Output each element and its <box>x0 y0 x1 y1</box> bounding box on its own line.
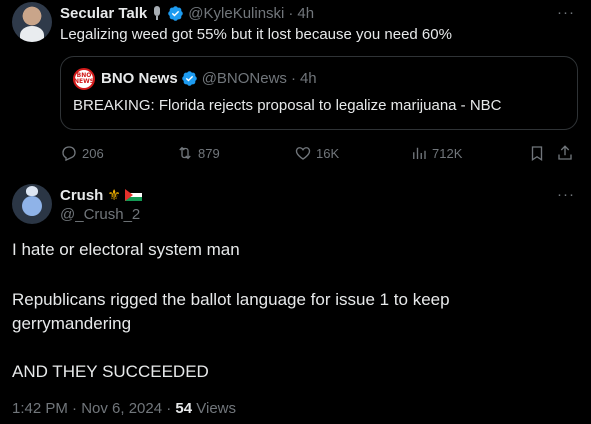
quote-text: BREAKING: Florida rejects proposal to le… <box>73 97 502 114</box>
separator-dot: · <box>288 4 294 22</box>
quoted-tweet-card[interactable]: Secular Talk @KyleKulinski · 4h ··· Lega… <box>0 0 591 172</box>
reply-timestamp[interactable]: 1:42 PM · Nov 6, 2024 · <box>12 400 175 417</box>
quote-time: 4h <box>299 70 317 87</box>
views-count: 712K <box>432 145 463 161</box>
quote-author-handle: @BNONews <box>201 70 287 87</box>
retweet-icon <box>179 146 191 160</box>
more-icon[interactable]: ··· <box>557 186 575 203</box>
quote-author-name: BNO News <box>101 70 178 87</box>
bookmark-icon <box>531 146 543 162</box>
reply-text-line: Republicans rigged the ballot language f… <box>12 290 450 309</box>
bookmark-button[interactable] <box>528 144 546 162</box>
author-row: Secular Talk @KyleKulinski · 4h <box>60 4 314 22</box>
author-handle[interactable]: @KyleKulinski <box>188 5 284 22</box>
tweet-text: Legalizing weed got 55% but it lost beca… <box>60 26 452 43</box>
trident-icon: ⚜ <box>107 187 121 204</box>
reply-text-line: gerrymandering <box>12 314 132 333</box>
reply-tweet: Crush ⚜ @_Crush_2 ··· I hate or electora… <box>0 172 591 424</box>
retweet-button[interactable]: 879 <box>176 144 220 162</box>
reply-text-line: AND THEY SUCCEEDED <box>12 362 209 381</box>
action-bar: 206 879 16K 712K <box>60 144 580 164</box>
reply-author-row: Crush ⚜ <box>60 186 142 204</box>
reply-author-name[interactable]: Crush <box>60 187 103 204</box>
reply-views-label: Views <box>192 400 237 417</box>
views-icon <box>413 147 426 159</box>
bno-logo: BNO NEWS <box>73 68 95 90</box>
palestine-flag-icon <box>124 189 142 201</box>
views-button[interactable]: 712K <box>410 144 462 162</box>
share-button[interactable] <box>556 144 574 162</box>
verified-icon <box>168 5 184 21</box>
reply-icon <box>62 146 76 162</box>
reply-author-handle[interactable]: @_Crush_2 <box>60 206 140 223</box>
avatar[interactable] <box>12 2 52 42</box>
author-name[interactable]: Secular Talk <box>60 5 147 22</box>
quote-card[interactable]: BNO NEWS BNO News @BNONews · 4h BREAKING… <box>60 56 578 130</box>
verified-icon <box>181 71 197 86</box>
separator-dot: · <box>290 70 296 87</box>
logo-text-bottom: NEWS <box>73 78 95 85</box>
mic-icon <box>150 5 164 21</box>
reply-button[interactable]: 206 <box>60 144 104 162</box>
retweet-count: 879 <box>198 145 220 161</box>
reply-text-line: I hate or electoral system man <box>12 240 240 259</box>
like-count: 16K <box>316 145 340 161</box>
tweet-time[interactable]: 4h <box>297 5 314 22</box>
like-button[interactable]: 16K <box>294 144 339 162</box>
avatar[interactable] <box>12 184 52 224</box>
like-icon <box>295 147 311 160</box>
quote-author-row: BNO News @BNONews · 4h <box>101 70 317 87</box>
reply-meta: 1:42 PM · Nov 6, 2024 · 54 Views <box>12 400 236 417</box>
reply-view-count: 54 <box>175 400 193 417</box>
more-icon[interactable]: ··· <box>557 4 575 21</box>
share-icon <box>558 145 572 160</box>
reply-count: 206 <box>82 145 104 161</box>
